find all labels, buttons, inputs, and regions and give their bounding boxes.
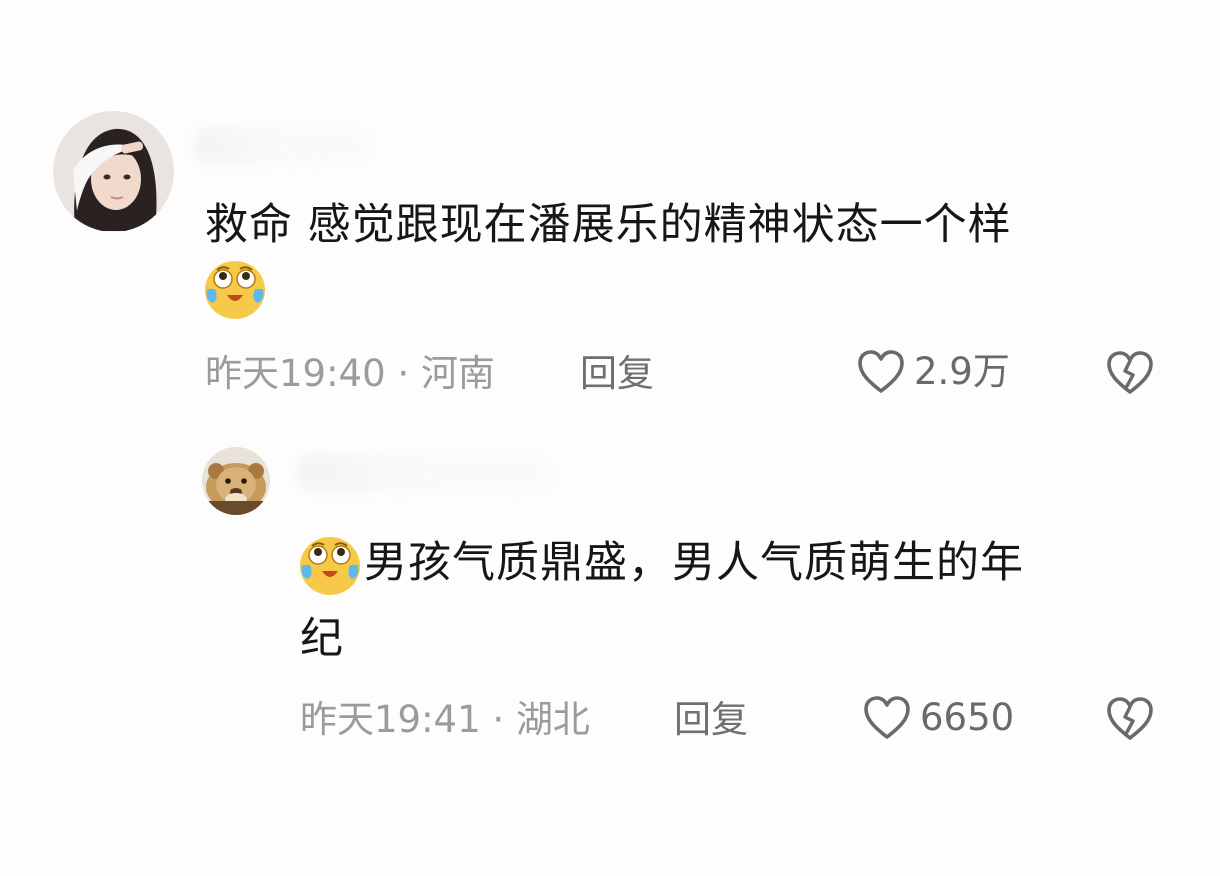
avatar[interactable] bbox=[53, 111, 174, 232]
comment-location: 河南 bbox=[420, 352, 495, 395]
username-blurred[interactable] bbox=[195, 128, 370, 164]
comment-location: 湖北 bbox=[515, 698, 590, 741]
reply-button[interactable]: 回复 bbox=[674, 698, 748, 742]
broken-heart-icon[interactable] bbox=[1104, 350, 1156, 396]
comment-meta: 昨天19:40 · 河南 bbox=[205, 352, 495, 396]
meta-separator: · bbox=[397, 352, 410, 395]
heart-icon bbox=[862, 695, 912, 741]
comment-thread: 救命 感觉跟现在潘展乐的精神状态一个样 昨天19:40 · 河南 回复 2.9万… bbox=[0, 0, 1220, 876]
comment-text: 救命 感觉跟现在潘展乐的精神状态一个样 bbox=[205, 196, 1012, 254]
lion-cub-avatar-image bbox=[202, 447, 270, 515]
meta-separator: · bbox=[492, 698, 505, 741]
like-count: 6650 bbox=[920, 696, 1015, 739]
heart-icon bbox=[856, 349, 906, 395]
comment-text: 男孩气质鼎盛，男人气质萌生的年 bbox=[298, 534, 1024, 597]
avatar[interactable] bbox=[202, 447, 270, 515]
woman-avatar-image bbox=[53, 111, 174, 232]
comment-time: 昨天19:40 bbox=[205, 352, 386, 395]
broken-heart-icon[interactable] bbox=[1104, 696, 1156, 742]
comment-time: 昨天19:41 bbox=[300, 698, 481, 741]
comment-meta: 昨天19:41 · 湖北 bbox=[300, 698, 590, 742]
comment-text-line: 救命 感觉跟现在潘展乐的精神状态一个样 bbox=[205, 200, 1012, 250]
reply-button[interactable]: 回复 bbox=[580, 352, 654, 396]
crying-face-emoji-icon bbox=[203, 259, 267, 321]
comment-text-line: 纪 bbox=[300, 614, 344, 664]
comment-text-continued: 纪 bbox=[300, 610, 344, 668]
comment-emoji-line bbox=[203, 258, 267, 321]
like-count: 2.9万 bbox=[914, 350, 1010, 393]
crying-face-emoji-icon bbox=[298, 535, 362, 597]
comment-text-line: 男孩气质鼎盛，男人气质萌生的年 bbox=[364, 538, 1024, 588]
like-button[interactable]: 2.9万 bbox=[856, 349, 1010, 395]
like-button[interactable]: 6650 bbox=[862, 695, 1014, 741]
username-blurred[interactable] bbox=[298, 455, 553, 491]
